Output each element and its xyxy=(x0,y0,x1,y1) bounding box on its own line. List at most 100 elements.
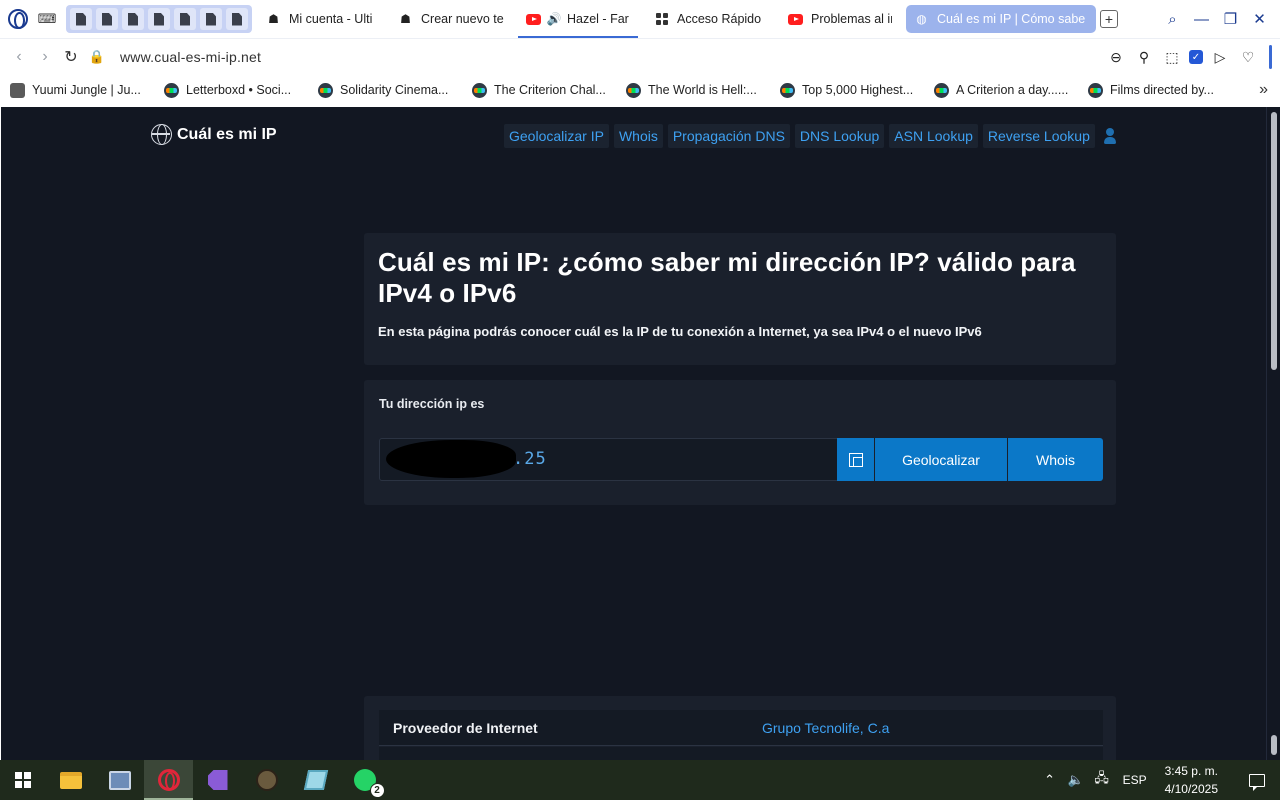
taskbar-visual-studio[interactable] xyxy=(193,760,242,800)
whatsapp-icon: 2 xyxy=(353,769,385,798)
bookmark-item[interactable]: Solidarity Cinema... xyxy=(318,82,472,98)
bookmark-item[interactable]: The Criterion Chal... xyxy=(472,82,626,98)
volume-icon[interactable]: 🔈 xyxy=(1063,772,1089,788)
globe-icon: ◍ xyxy=(916,12,927,26)
action-center-button[interactable] xyxy=(1234,760,1280,800)
ip-address-field[interactable]: .25 xyxy=(379,438,839,481)
letterboxd-icon xyxy=(934,82,949,98)
pinned-tab[interactable] xyxy=(226,8,248,30)
tab-hazel[interactable]: 🔊 Hazel - Far xyxy=(518,0,638,38)
adblock-shield-icon[interactable]: ✓ xyxy=(1189,50,1203,64)
info-value-link[interactable]: Grupo Tecnolife, C.a xyxy=(762,720,889,736)
forward-icon[interactable]: › xyxy=(32,44,58,70)
globe-icon xyxy=(151,124,172,145)
gamepad-icon[interactable]: ⌨ xyxy=(36,8,58,30)
game-icon xyxy=(255,769,278,791)
close-icon[interactable]: ✕ xyxy=(1245,0,1274,38)
chevron-up-icon[interactable]: ⌃ xyxy=(1037,772,1063,788)
taskbar-notes[interactable] xyxy=(291,760,340,800)
user-icon[interactable] xyxy=(1103,128,1116,144)
network-icon[interactable]: 🖧 xyxy=(1089,769,1115,791)
document-icon xyxy=(206,12,216,26)
url-field[interactable]: www.cual-es-mi-ip.net xyxy=(120,49,261,65)
nav-propagacion-dns[interactable]: Propagación DNS xyxy=(667,124,790,148)
tab-acceso-rapido[interactable]: Acceso Rápido xyxy=(646,0,780,38)
new-tab-button[interactable]: + xyxy=(1100,10,1118,28)
scrollbar-thumb[interactable] xyxy=(1271,112,1277,370)
site-logo[interactable]: Cuál es mi IP xyxy=(151,124,277,145)
nav-reverse-lookup[interactable]: Reverse Lookup xyxy=(982,124,1095,148)
notes-icon xyxy=(303,770,328,790)
lock-icon: 🔒 xyxy=(88,48,106,64)
back-icon[interactable]: ‹ xyxy=(6,44,32,70)
heart-icon[interactable]: ♡ xyxy=(1237,46,1259,68)
send-icon[interactable]: ▷ xyxy=(1209,46,1231,68)
pinned-tab[interactable] xyxy=(122,8,144,30)
document-icon xyxy=(154,12,164,26)
page-scrollbar[interactable] xyxy=(1266,107,1280,760)
taskbar-whatsapp[interactable]: 2 xyxy=(340,760,389,800)
document-icon xyxy=(180,12,190,26)
scrollbar-arrow[interactable] xyxy=(1271,735,1277,755)
sidebar-toggle[interactable] xyxy=(1269,45,1272,69)
start-button[interactable] xyxy=(0,760,46,800)
ultimate-guitar-icon: ☗ xyxy=(268,12,279,26)
youtube-icon xyxy=(526,12,541,27)
pin-icon[interactable]: ⚲ xyxy=(1133,46,1155,68)
taskbar-control-panel[interactable] xyxy=(95,760,144,800)
bookmark-label: The Criterion Chal... xyxy=(494,83,606,97)
geolocate-button[interactable]: Geolocalizar xyxy=(875,438,1007,481)
bookmark-item[interactable]: Yuumi Jungle | Ju... xyxy=(10,82,164,98)
visual-studio-icon xyxy=(207,770,228,790)
restore-icon[interactable]: ❐ xyxy=(1216,0,1245,38)
tab-title: Crear nuevo te xyxy=(421,12,504,26)
nav-geolocalizar-ip[interactable]: Geolocalizar IP xyxy=(504,124,609,148)
tab-mi-cuenta[interactable]: ☗ Mi cuenta - Ulti xyxy=(258,0,390,38)
letterboxd-icon xyxy=(626,82,641,98)
search-tabs-icon[interactable]: ⌕ xyxy=(1158,0,1187,38)
nav-asn-lookup[interactable]: ASN Lookup xyxy=(889,124,978,148)
minimize-icon[interactable]: — xyxy=(1187,0,1216,38)
clock-date: 4/10/2025 xyxy=(1164,782,1218,796)
tab-title: Problemas al in xyxy=(811,12,892,26)
nav-dns-lookup[interactable]: DNS Lookup xyxy=(794,124,885,148)
pinned-tab[interactable] xyxy=(148,8,170,30)
youtube-icon xyxy=(788,12,803,27)
bookmark-item[interactable]: A Criterion a day...... xyxy=(934,82,1088,98)
more-bookmarks-icon[interactable]: » xyxy=(1259,81,1268,99)
document-icon xyxy=(232,12,242,26)
tab-title: Acceso Rápido xyxy=(677,12,762,26)
nav-whois[interactable]: Whois xyxy=(613,124,663,148)
opera-menu-icon[interactable] xyxy=(8,9,28,29)
hero-card: Cuál es mi IP: ¿cómo saber mi dirección … xyxy=(364,233,1116,365)
speaker-icon[interactable]: 🔊 xyxy=(547,12,562,27)
tab-crear-nuevo[interactable]: ☗ Crear nuevo te xyxy=(390,0,518,38)
copy-button[interactable] xyxy=(837,438,874,481)
bookmark-item[interactable]: Letterboxd • Soci... xyxy=(164,82,318,98)
bookmark-item[interactable]: Top 5,000 Highest... xyxy=(780,82,934,98)
pinned-tab[interactable] xyxy=(96,8,118,30)
clock[interactable]: 3:45 p. m. 4/10/2025 xyxy=(1165,762,1218,798)
pinned-tab[interactable] xyxy=(200,8,222,30)
taskbar-opera[interactable] xyxy=(144,760,193,800)
tab-title: Cuál es mi IP | Cómo sabe xyxy=(937,12,1086,26)
whois-button[interactable]: Whois xyxy=(1008,438,1103,481)
taskbar-file-explorer[interactable] xyxy=(46,760,95,800)
letterboxd-icon xyxy=(472,82,487,98)
taskbar-game[interactable] xyxy=(242,760,291,800)
control-panel-icon xyxy=(108,770,131,790)
bookmark-item[interactable]: Films directed by... xyxy=(1088,82,1242,98)
tab-problemas[interactable]: Problemas al in xyxy=(780,0,900,38)
tab-title: Mi cuenta - Ulti xyxy=(289,12,373,26)
language-indicator[interactable]: ESP xyxy=(1123,773,1147,787)
table-row: Proveedor de Internet Grupo Tecnolife, C… xyxy=(379,710,1103,746)
pinned-tab[interactable] xyxy=(70,8,92,30)
tab-cual-es-mi-ip[interactable]: ◍ Cuál es mi IP | Cómo sabe xyxy=(906,5,1096,33)
notification-badge: 2 xyxy=(369,783,385,798)
bookmark-item[interactable]: The World is Hell:... xyxy=(626,82,780,98)
table-row xyxy=(379,747,1103,760)
pinned-tab[interactable] xyxy=(174,8,196,30)
reload-icon[interactable]: ↻ xyxy=(58,44,84,70)
zoom-out-icon[interactable]: ⊖ xyxy=(1105,46,1127,68)
snapshot-icon[interactable]: ⬚ xyxy=(1161,46,1183,68)
